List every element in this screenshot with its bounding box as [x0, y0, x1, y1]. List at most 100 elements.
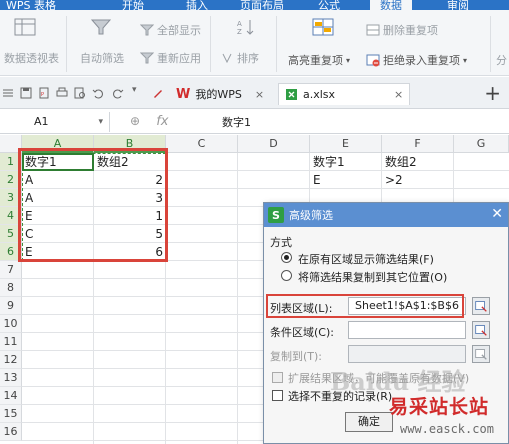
ribbon-divider [276, 16, 277, 72]
sort-icon: A Z [237, 20, 254, 36]
row-header[interactable]: 8 [0, 279, 22, 297]
app-name[interactable]: WPS 表格 [6, 0, 56, 10]
column-header-d[interactable]: D [238, 135, 310, 153]
redo-icon[interactable] [112, 87, 124, 99]
column-header-e[interactable]: E [310, 135, 382, 153]
range-picker-icon[interactable] [472, 297, 490, 315]
criteria-range-label: 条件区域(C): [270, 326, 334, 339]
tab-my-wps[interactable]: W 我的WPS × [170, 83, 270, 105]
highlight-duplicates-label: 高亮重复项 [288, 54, 343, 67]
undo-icon[interactable] [92, 87, 104, 99]
copy-to-input[interactable] [348, 345, 466, 363]
svg-text:A: A [237, 20, 242, 28]
cell-e2[interactable]: E [310, 171, 382, 189]
show-all-button[interactable]: 全部显示 [140, 22, 201, 38]
column-header-g[interactable]: G [454, 135, 509, 153]
svg-text:P: P [41, 92, 44, 98]
menu-page-layout[interactable]: 页面布局 [240, 0, 284, 10]
row-header[interactable]: 13 [0, 369, 22, 387]
row-header[interactable]: 12 [0, 351, 22, 369]
formula-input[interactable]: 数字1 [222, 114, 251, 130]
tab-label: 我的WPS [195, 88, 242, 101]
row-header[interactable]: 11 [0, 333, 22, 351]
annotation-box-data-range [18, 148, 168, 262]
filter-reapply-icon [140, 52, 154, 64]
sort-small-icon [222, 53, 232, 64]
formula-bar: A1 ▾ ⊕ fx 数字1 [0, 110, 509, 134]
dialog-title-bar[interactable]: S 高级筛选 ✕ [264, 203, 508, 227]
range-picker-icon[interactable] [472, 345, 490, 363]
close-icon[interactable]: × [255, 88, 264, 101]
sort-label: 排序 [237, 52, 259, 65]
expand-results-checkbox[interactable] [272, 372, 283, 383]
column-header-f[interactable]: F [382, 135, 454, 153]
row-header[interactable]: 9 [0, 297, 22, 315]
close-icon[interactable]: × [394, 88, 403, 101]
row-header[interactable]: 16 [0, 423, 22, 441]
zoom-icon[interactable]: ⊕ [130, 114, 140, 128]
app-logo-icon: S [268, 207, 284, 223]
filter-clear-icon [140, 24, 154, 36]
unique-records-checkbox[interactable] [272, 390, 283, 401]
delete-duplicates-icon [366, 24, 380, 36]
ok-button[interactable]: 确定 [345, 412, 393, 432]
menu-data[interactable]: 数据 [370, 0, 412, 10]
split-label: 分 [496, 54, 507, 67]
reject-duplicates-button[interactable]: 拒绝录入重复项 ▾ [366, 52, 467, 68]
row-header[interactable]: 7 [0, 261, 22, 279]
fx-icon[interactable]: fx [156, 114, 168, 129]
wps-logo-icon: W [176, 86, 191, 102]
radio-copy-to-label[interactable]: 将筛选结果复制到其它位置(O) [298, 269, 447, 285]
ribbon: 数据透视表 自动筛选 全部显示 重新应用 A Z 排序 高亮重复项 ▾ 删除重复… [0, 10, 509, 76]
name-box[interactable]: A1 ▾ [0, 112, 110, 132]
criteria-range-input[interactable] [348, 321, 466, 339]
auto-filter-button[interactable]: 自动筛选 [80, 50, 124, 66]
quick-access-bar: P ▾ W 我的WPS × a.xlsx × + [0, 77, 509, 109]
range-picker-icon[interactable] [472, 321, 490, 339]
row-header[interactable]: 14 [0, 387, 22, 405]
chevron-down-icon[interactable]: ▾ [132, 85, 137, 95]
tab-a-xlsx[interactable]: a.xlsx × [278, 83, 411, 105]
delete-duplicates-label: 删除重复项 [383, 24, 438, 37]
cell-e1[interactable]: 数字1 [310, 153, 382, 171]
new-tab-icon[interactable]: + [484, 81, 501, 105]
close-icon[interactable]: ✕ [491, 206, 503, 222]
delete-duplicates-button[interactable]: 删除重复项 [366, 22, 438, 38]
site-watermark: 易采站长站 [389, 396, 490, 418]
copy-to-label: 复制到(T): [270, 350, 323, 363]
menu-review[interactable]: 审阅 [447, 0, 469, 10]
menu-formula[interactable]: 公式 [318, 0, 340, 10]
formula-tools: ⊕ fx [130, 114, 168, 129]
annotation-box-list-range [266, 294, 464, 318]
pdf-icon[interactable]: P [38, 87, 50, 99]
print-icon[interactable] [56, 87, 68, 99]
radio-copy-to[interactable] [281, 270, 292, 281]
menu-insert[interactable]: 插入 [186, 0, 208, 10]
chevron-down-icon[interactable]: ▾ [98, 112, 103, 132]
pivot-table-label: 数据透视表 [4, 52, 59, 65]
menu-icon[interactable] [2, 87, 14, 99]
preview-icon[interactable] [74, 87, 86, 99]
name-box-value: A1 [34, 115, 49, 128]
chevron-down-icon: ▾ [463, 55, 468, 65]
ribbon-divider [490, 16, 491, 72]
row-header[interactable]: 15 [0, 405, 22, 423]
save-icon[interactable] [20, 87, 32, 99]
svg-text:Z: Z [237, 28, 242, 36]
radio-in-place[interactable] [281, 252, 292, 263]
pen-icon[interactable] [152, 87, 164, 99]
spreadsheet-file-icon [286, 89, 297, 100]
cell-f1[interactable]: 数组2 [382, 153, 454, 171]
pivot-table-button[interactable]: 数据透视表 [4, 50, 59, 66]
reapply-button[interactable]: 重新应用 [140, 50, 201, 66]
row-header[interactable]: 10 [0, 315, 22, 333]
radio-in-place-label[interactable]: 在原有区域显示筛选结果(F) [298, 251, 434, 267]
cell-f2[interactable]: >2 [382, 171, 454, 189]
pivot-table-icon [14, 18, 36, 36]
filter-icon [90, 19, 112, 35]
sort-button[interactable]: 排序 [220, 50, 259, 66]
split-button[interactable]: 分 [496, 52, 507, 68]
highlight-duplicates-button[interactable]: 高亮重复项 ▾ [288, 52, 350, 68]
menu-home[interactable]: 开始 [122, 0, 144, 10]
column-header-c[interactable]: C [166, 135, 238, 153]
